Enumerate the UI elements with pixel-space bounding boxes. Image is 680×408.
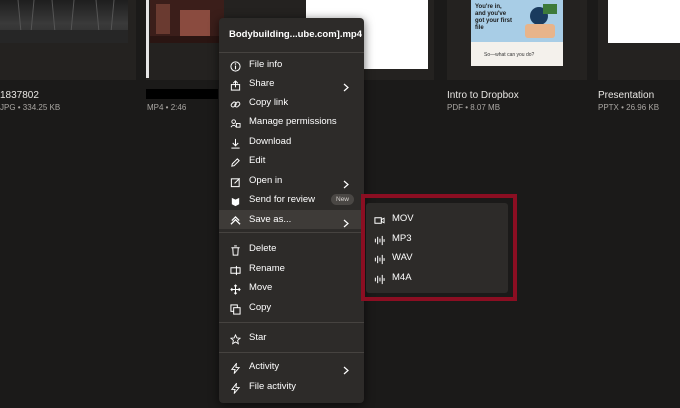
menu-item-download[interactable]: Download (219, 132, 364, 151)
file-thumbnail: You're in, and you've got your first fil… (471, 0, 563, 66)
chevron-right-icon (342, 79, 350, 92)
menu-item-delete[interactable]: Delete (219, 239, 364, 258)
file-name[interactable]: Intro to Dropbox (447, 90, 519, 101)
context-menu: Bodybuilding...ube.com].mp4 File info Sh… (219, 18, 364, 403)
file-card-pdf[interactable]: You're in, and you've got your first fil… (447, 0, 587, 80)
menu-item-copy-link[interactable]: Copy link (219, 93, 364, 112)
chevron-right-icon (342, 362, 350, 375)
file-meta: MP4 • 2:46 (147, 103, 187, 112)
link-icon (230, 97, 241, 108)
rename-icon (230, 263, 241, 276)
edit-icon (230, 155, 241, 167)
file-meta: PPTX • 26.96 KB (598, 103, 660, 112)
chevron-right-icon (342, 176, 350, 189)
menu-item-rename[interactable]: Rename (219, 259, 364, 278)
menu-item-label: Edit (249, 155, 266, 166)
info-icon (230, 59, 241, 72)
file-meta: PDF • 8.07 MB (447, 103, 501, 112)
menu-item-label: Copy link (249, 97, 289, 108)
file-thumbnail (608, 0, 680, 43)
menu-item-label: Activity (249, 361, 280, 372)
file-card-image[interactable] (0, 0, 136, 80)
save-as-wav[interactable]: WAV (366, 248, 508, 267)
divider (219, 232, 364, 233)
video-icon (374, 213, 385, 224)
file-name[interactable]: Presentation (598, 90, 654, 101)
menu-item-file-activity[interactable]: File activity (219, 377, 364, 396)
menu-item-label: Move (249, 282, 273, 293)
menu-item-star[interactable]: Star (219, 328, 364, 347)
menu-title: Bodybuilding...ube.com].mp4 (229, 29, 362, 40)
menu-item-label: Manage permissions (249, 116, 337, 127)
star-icon (229, 332, 242, 345)
save-as-icon (230, 214, 241, 225)
file-name[interactable]: 1837802 (0, 90, 39, 101)
menu-item-manage-permissions[interactable]: Manage permissions (219, 112, 364, 131)
menu-item-label: Share (249, 78, 275, 89)
menu-item-label: File activity (249, 381, 296, 392)
menu-item-label: Copy (249, 302, 272, 313)
permissions-icon (230, 116, 241, 128)
save-as-m4a[interactable]: M4A (366, 268, 508, 287)
divider (219, 322, 364, 323)
review-icon (230, 194, 241, 207)
pdf-thumb-image: You're in, and you've got your first fil… (471, 0, 563, 42)
chevron-right-icon (342, 215, 350, 228)
forest-image (0, 0, 128, 43)
submenu-item-label: M4A (392, 272, 412, 283)
pdf-thumb-subtext: So—what can you do? (484, 52, 535, 58)
menu-item-activity[interactable]: Activity (219, 357, 364, 376)
menu-item-label: Save as... (249, 214, 292, 225)
menu-item-label: File info (249, 59, 283, 70)
menu-item-label: Rename (249, 263, 285, 274)
menu-item-open-in[interactable]: Open in (219, 171, 364, 190)
trash-icon (230, 243, 241, 256)
video-frame (150, 0, 224, 43)
save-as-mov[interactable]: MOV (366, 209, 508, 228)
download-icon (230, 136, 241, 149)
divider (219, 52, 364, 53)
menu-item-file-info[interactable]: File info (219, 55, 364, 74)
move-icon (230, 282, 241, 295)
share-icon (230, 78, 241, 91)
activity-icon (230, 361, 241, 374)
save-as-submenu: MOV MP3 WAV M4A (366, 203, 508, 293)
pdf-thumb-heading: You're in, and you've got your first fil… (475, 4, 512, 31)
menu-item-label: Star (249, 332, 267, 343)
file-thumbnail (146, 0, 149, 78)
submenu-item-label: MOV (392, 213, 414, 224)
menu-item-label: Open in (249, 175, 283, 186)
menu-item-move[interactable]: Move (219, 278, 364, 297)
submenu-item-label: MP3 (392, 233, 412, 244)
open-in-icon (230, 175, 241, 188)
file-thumbnail (0, 0, 128, 43)
divider (219, 352, 364, 353)
submenu-item-label: WAV (392, 252, 413, 263)
audio-icon (374, 233, 385, 246)
file-activity-icon (230, 381, 241, 394)
audio-icon (374, 272, 385, 285)
file-card-pptx[interactable] (598, 0, 680, 80)
file-name-redacted (146, 89, 218, 99)
file-meta: JPG • 334.25 KB (0, 103, 61, 112)
new-badge: New (331, 194, 355, 205)
menu-item-share[interactable]: Share (219, 74, 364, 93)
menu-item-save-as[interactable]: Save as... (219, 210, 364, 229)
menu-item-label: Download (249, 136, 292, 147)
audio-icon (374, 252, 385, 265)
menu-item-send-for-review[interactable]: Send for review New (219, 190, 364, 209)
menu-item-label: Send for review (249, 194, 316, 205)
menu-item-copy[interactable]: Copy (219, 298, 364, 317)
save-as-mp3[interactable]: MP3 (366, 229, 508, 248)
menu-item-edit[interactable]: Edit (219, 151, 364, 170)
menu-item-label: Delete (249, 243, 277, 254)
copy-icon (230, 302, 241, 315)
